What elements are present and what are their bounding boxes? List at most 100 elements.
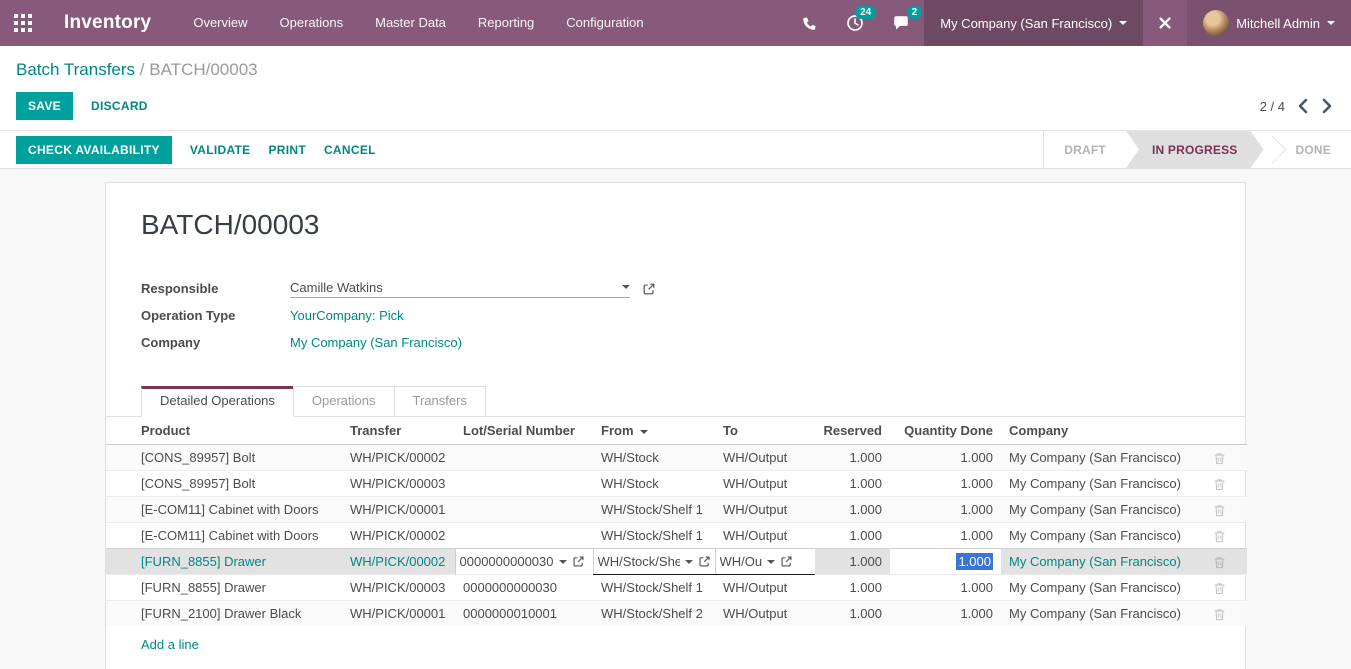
tab-transfers[interactable]: Transfers xyxy=(394,386,486,416)
cell-product[interactable]: [CONS_89957] Bolt xyxy=(106,445,342,471)
cell-from[interactable]: WH/Stock/Shelf 2 xyxy=(593,601,715,627)
dropdown-caret-icon[interactable] xyxy=(622,285,630,289)
tab-detailed-operations[interactable]: Detailed Operations xyxy=(141,386,294,417)
quantity-done-input[interactable]: 1.000 xyxy=(890,549,1001,574)
status-step-in-progress[interactable]: IN PROGRESS xyxy=(1126,131,1264,168)
cell-from[interactable]: WH/Stock xyxy=(593,445,715,471)
cell-reserved[interactable]: 1.000 xyxy=(815,497,890,523)
cell-company[interactable]: My Company (San Francisco) xyxy=(1001,601,1191,627)
to-open-record-button[interactable] xyxy=(780,555,793,568)
activities-button[interactable]: 24 xyxy=(832,0,878,46)
pager-next-button[interactable] xyxy=(1320,96,1335,116)
cell-to-editing[interactable]: WH/Ou xyxy=(715,549,815,575)
company-switcher[interactable]: My Company (San Francisco) xyxy=(924,0,1143,46)
column-header-lot[interactable]: Lot/Serial Number xyxy=(455,417,593,445)
delete-row-button[interactable] xyxy=(1212,529,1227,544)
lot-input-value[interactable]: 0000000000030 xyxy=(460,554,554,569)
cell-reserved[interactable]: 1.000 xyxy=(815,601,890,627)
cell-transfer[interactable]: WH/PICK/00001 xyxy=(342,497,455,523)
cell-reserved[interactable]: 1.000 xyxy=(815,471,890,497)
delete-row-button[interactable] xyxy=(1212,503,1227,518)
pager-previous-button[interactable] xyxy=(1295,96,1310,116)
column-header-quantity-done[interactable]: Quantity Done xyxy=(890,417,1001,445)
user-menu[interactable]: Mitchell Admin xyxy=(1187,0,1351,46)
column-header-company[interactable]: Company xyxy=(1001,417,1191,445)
cell-to[interactable]: WH/Output xyxy=(715,471,815,497)
cell-quantity-done[interactable]: 1.000 xyxy=(890,601,1001,627)
discard-button[interactable]: DISCARD xyxy=(91,99,148,113)
add-a-line-link[interactable]: Add a line xyxy=(141,637,199,669)
cell-to[interactable]: WH/Output xyxy=(715,497,815,523)
from-input-value[interactable]: WH/Stock/She xyxy=(598,554,680,569)
cell-product[interactable]: [CONS_89957] Bolt xyxy=(106,471,342,497)
cancel-button[interactable]: CANCEL xyxy=(324,143,376,157)
cell-from[interactable]: WH/Stock/Shelf 1 xyxy=(593,497,715,523)
cell-lot[interactable] xyxy=(455,471,593,497)
to-input-value[interactable]: WH/Ou xyxy=(720,554,763,569)
cell-quantity-done[interactable]: 1.000 xyxy=(890,497,1001,523)
lot-open-record-button[interactable] xyxy=(572,555,585,568)
cell-quantity-done[interactable]: 1.000 xyxy=(890,445,1001,471)
cell-transfer[interactable]: WH/PICK/00002 xyxy=(342,523,455,549)
cell-lot[interactable]: 0000000000030 xyxy=(455,575,593,601)
cell-transfer[interactable]: WH/PICK/00003 xyxy=(342,471,455,497)
menu-overview[interactable]: Overview xyxy=(179,0,261,46)
cell-product[interactable]: [FURN_2100] Drawer Black xyxy=(106,601,342,627)
cell-reserved[interactable]: 1.000 xyxy=(815,523,890,549)
delete-row-button[interactable] xyxy=(1212,607,1227,622)
cell-from[interactable]: WH/Stock xyxy=(593,471,715,497)
cell-lot[interactable] xyxy=(455,445,593,471)
delete-row-button[interactable] xyxy=(1212,477,1227,492)
cell-from-editing[interactable]: WH/Stock/She xyxy=(593,549,715,575)
cell-to[interactable]: WH/Output xyxy=(715,575,815,601)
dropdown-caret-icon[interactable] xyxy=(685,560,693,564)
cell-quantity-done-editing[interactable]: 1.000 xyxy=(890,549,1001,575)
cell-company[interactable]: My Company (San Francisco) xyxy=(1001,497,1191,523)
status-step-done[interactable]: DONE xyxy=(1276,131,1351,168)
cell-company[interactable]: My Company (San Francisco) xyxy=(1001,445,1191,471)
delete-row-button[interactable] xyxy=(1212,451,1227,466)
cell-to[interactable]: WH/Output xyxy=(715,523,815,549)
column-header-transfer[interactable]: Transfer xyxy=(342,417,455,445)
cell-lot[interactable] xyxy=(455,497,593,523)
menu-master-data[interactable]: Master Data xyxy=(361,0,460,46)
cell-quantity-done[interactable]: 1.000 xyxy=(890,575,1001,601)
save-button[interactable]: SAVE xyxy=(16,92,73,120)
menu-reporting[interactable]: Reporting xyxy=(464,0,548,46)
debug-tools-button[interactable] xyxy=(1143,0,1187,46)
column-header-reserved[interactable]: Reserved xyxy=(815,417,890,445)
check-availability-button[interactable]: CHECK AVAILABILITY xyxy=(16,136,172,164)
cell-to[interactable]: WH/Output xyxy=(715,445,815,471)
dropdown-caret-icon[interactable] xyxy=(767,560,775,564)
cell-product[interactable]: [E-COM11] Cabinet with Doors xyxy=(106,523,342,549)
print-button[interactable]: PRINT xyxy=(268,143,306,157)
cell-company[interactable]: My Company (San Francisco) xyxy=(1001,575,1191,601)
cell-product[interactable]: [FURN_8855] Drawer xyxy=(106,549,342,575)
column-header-to[interactable]: To xyxy=(715,417,815,445)
cell-reserved[interactable]: 1.000 xyxy=(815,445,890,471)
cell-company[interactable]: My Company (San Francisco) xyxy=(1001,471,1191,497)
delete-row-button[interactable] xyxy=(1212,581,1227,596)
delete-row-button[interactable] xyxy=(1212,555,1227,570)
cell-transfer[interactable]: WH/PICK/00001 xyxy=(342,601,455,627)
cell-transfer[interactable]: WH/PICK/00003 xyxy=(342,575,455,601)
responsible-open-record-button[interactable] xyxy=(642,282,656,296)
column-header-product[interactable]: Product xyxy=(106,417,342,445)
cell-company[interactable]: My Company (San Francisco) xyxy=(1001,549,1191,575)
cell-transfer[interactable]: WH/PICK/00002 xyxy=(342,549,455,575)
cell-lot[interactable]: 0000000010001 xyxy=(455,601,593,627)
responsible-input[interactable]: Camille Watkins xyxy=(290,280,630,298)
operation-type-value[interactable]: YourCompany: Pick xyxy=(290,308,404,323)
cell-transfer[interactable]: WH/PICK/00002 xyxy=(342,445,455,471)
dropdown-caret-icon[interactable] xyxy=(559,560,567,564)
company-value[interactable]: My Company (San Francisco) xyxy=(290,335,462,350)
menu-configuration[interactable]: Configuration xyxy=(552,0,657,46)
apps-menu-button[interactable] xyxy=(0,0,46,46)
cell-to[interactable]: WH/Output xyxy=(715,601,815,627)
cell-reserved[interactable]: 1.000 xyxy=(815,575,890,601)
cell-company[interactable]: My Company (San Francisco) xyxy=(1001,523,1191,549)
cell-product[interactable]: [FURN_8855] Drawer xyxy=(106,575,342,601)
cell-quantity-done[interactable]: 1.000 xyxy=(890,523,1001,549)
cell-from[interactable]: WH/Stock/Shelf 1 xyxy=(593,575,715,601)
tab-operations[interactable]: Operations xyxy=(293,386,395,416)
